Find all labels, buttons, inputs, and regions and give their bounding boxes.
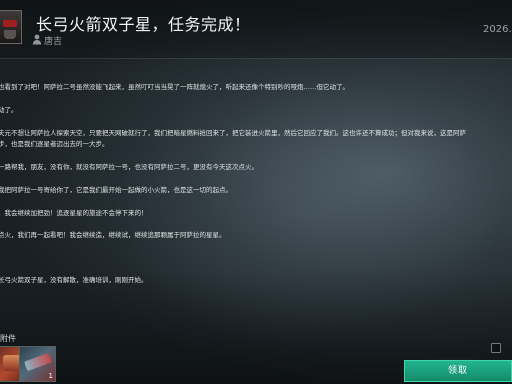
attachment-item-rocket-decal[interactable]: 1 xyxy=(19,346,56,382)
claim-button[interactable]: 领取 xyxy=(404,360,512,382)
rocket-decal-icon xyxy=(24,352,52,372)
mail-screen: 长弓火箭双子星，任务完成！ 唐吉 2026.0 也看到了对吧！阿萨拉二号虽然没能… xyxy=(0,0,512,384)
mail-paragraph: 我把阿萨拉一号寄给你了，它是我们最开始一起做的小火箭，也是这一切的起点。 xyxy=(0,186,232,194)
mail-date: 2026.0 xyxy=(483,24,512,35)
attachments-label: 附件 xyxy=(0,334,16,343)
header-divider xyxy=(0,58,512,59)
sender-avatar xyxy=(0,10,22,44)
person-icon xyxy=(32,34,42,45)
helmet-visor-icon xyxy=(3,20,17,27)
mail-paragraph: 也看到了对吧！阿萨拉二号虽然没能飞起来，虽然叮叮当当晃了一阵就熄火了，听起来还像… xyxy=(0,83,349,91)
select-checkbox[interactable] xyxy=(491,343,501,353)
mail-paragraph: 点火，我们再一起看吧！我会继续造，继续试，继续追那颗属于阿萨拉的星星。 xyxy=(0,231,226,239)
mail-paragraph: 动了。 xyxy=(0,106,18,114)
sender-name: 唐吉 xyxy=(44,37,63,47)
mail-paragraph: 一路帮我，朋友，没有你，就没有阿萨拉一号，也没有阿萨拉二号，更没有今天这次点火。 xyxy=(0,163,258,171)
attachment-count: 1 xyxy=(48,372,53,380)
mail-paragraph: ，我会继续加把劲！追逐星星的旅途不会停下来的！ xyxy=(0,209,148,217)
helmet-chin-icon xyxy=(4,30,16,39)
mail-paragraph: 步，也是我们逐星者迈出去的一大步。 xyxy=(0,140,109,148)
mail-paragraph: 夫元不想让阿萨拉人探索天空，只要把天网破就行了，我们把暗星燃料抢回来了，把它装进… xyxy=(0,129,466,137)
mail-title: 长弓火箭双子星，任务完成！ xyxy=(36,15,251,34)
mail-paragraph: 长弓火箭双子星，没有解散，准确培训，刚刚开始。 xyxy=(0,276,148,284)
